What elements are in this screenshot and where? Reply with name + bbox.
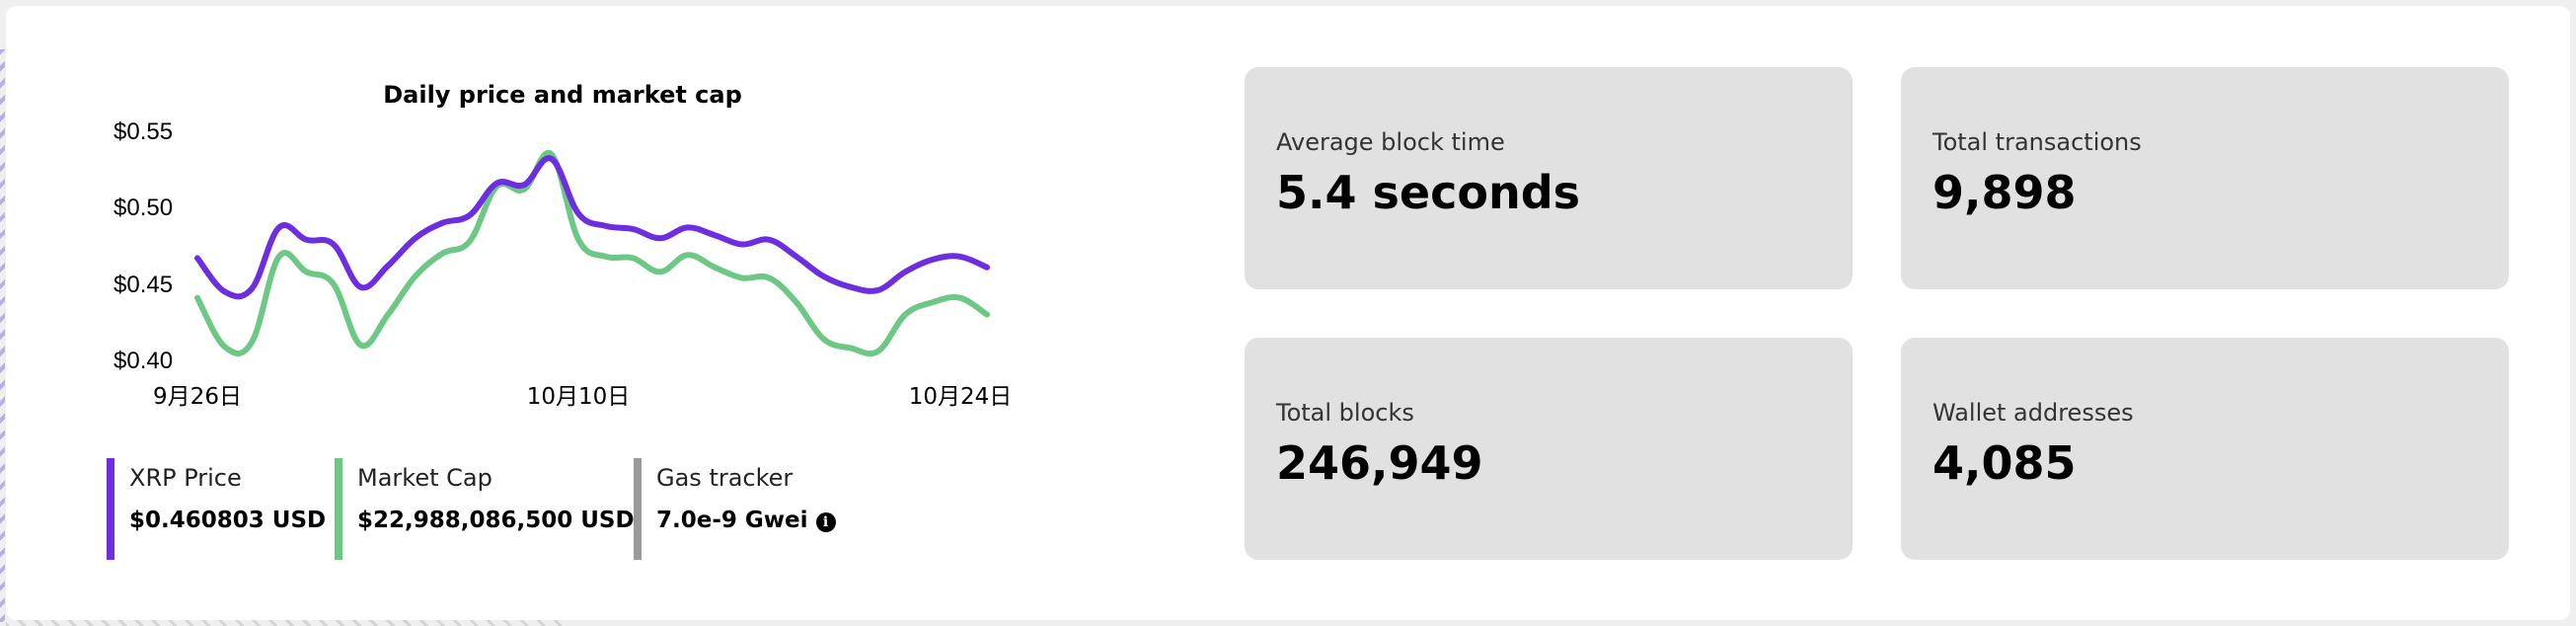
legend-value: $0.460803 USD [129,508,327,533]
stat-card-wallet-addresses: Wallet addresses 4,085 [1901,338,2509,560]
market-cap-line [194,149,990,357]
stat-value: 5.4 seconds [1276,166,1581,219]
y-tick-label: $0.45 [114,272,173,298]
stat-card-total-transactions: Total transactions 9,898 [1901,67,2509,289]
stat-label: Total blocks [1276,399,1414,427]
y-tick-label: $0.40 [114,348,173,374]
stat-card-total-blocks: Total blocks 246,949 [1245,338,1853,560]
legend-value: $22,988,086,500 USD [357,508,635,533]
legend-color-bar [634,458,642,560]
legend-label: Gas tracker [656,464,794,492]
x-tick-label: 10月10日 [527,384,631,410]
stat-label: Average block time [1276,128,1505,156]
stat-value: 246,949 [1276,436,1483,490]
bottom-edge-decoration [6,620,568,626]
stat-value: 9,898 [1932,166,2077,219]
y-tick-label: $0.55 [114,118,173,145]
y-tick-label: $0.50 [114,195,173,221]
stat-value: 4,085 [1932,436,2077,490]
x-tick-label: 10月24日 [909,384,1013,410]
info-icon[interactable]: i [815,512,836,532]
legend-color-bar [335,458,342,560]
x-tick-label: 9月26日 [153,384,242,410]
gas-value: 7.0e-9 Gwei [656,508,808,533]
price-marketcap-chart: $0.55 $0.50 $0.45 $0.40 9月26日 10月10日 10月… [114,118,1013,410]
stat-label: Total transactions [1932,128,2142,156]
stat-label: Wallet addresses [1932,399,2134,427]
legend-label: XRP Price [129,464,242,492]
stat-card-average-block-time: Average block time 5.4 seconds [1245,67,1853,289]
legend-label: Market Cap [357,464,492,492]
legend-value: 7.0e-9 Gwei i [656,508,836,533]
legend-color-bar [107,458,114,560]
